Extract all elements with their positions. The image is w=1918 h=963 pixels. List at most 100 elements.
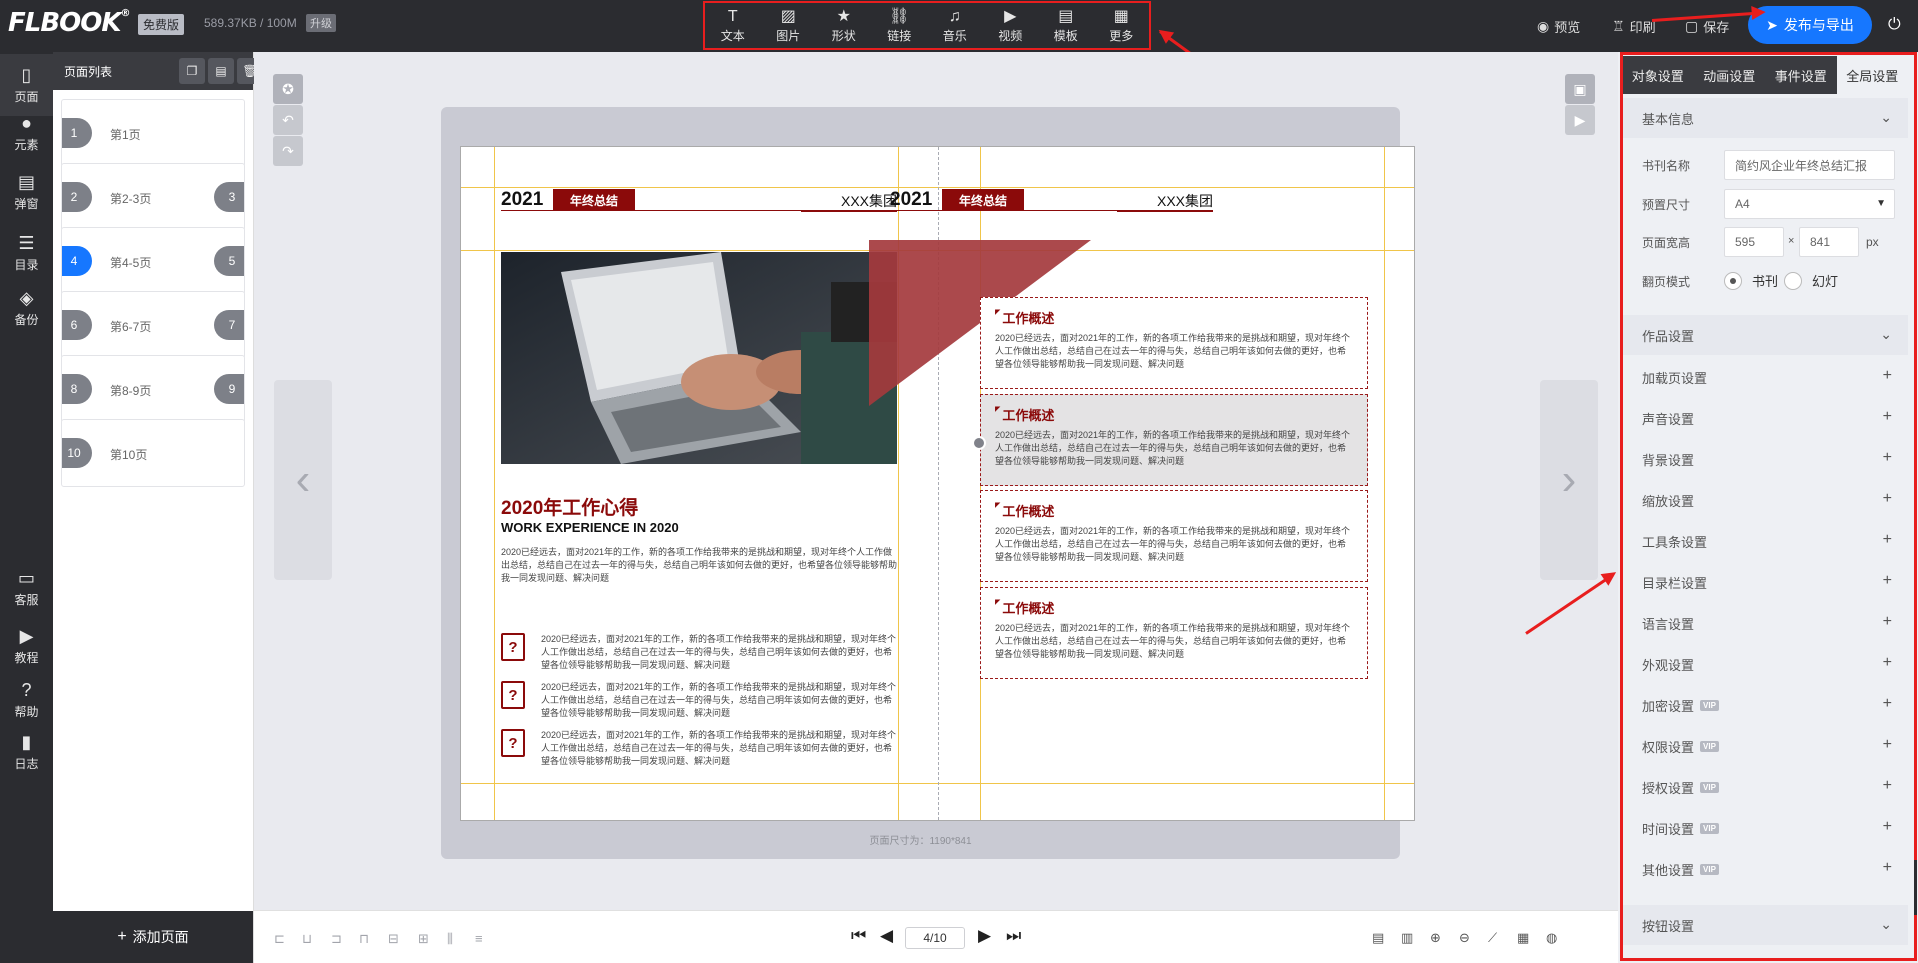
- tab-2[interactable]: 事件设置: [1765, 56, 1837, 94]
- page-thumbnail[interactable]: 1 第1页: [61, 99, 245, 167]
- zoom-in-icon[interactable]: ⊕: [1430, 930, 1441, 946]
- basic-info-header[interactable]: 基本信息 ⌄: [1622, 98, 1908, 138]
- distribute-v-icon[interactable]: ≡: [475, 931, 483, 946]
- save-button[interactable]: ▢ 保存: [1685, 0, 1729, 52]
- tab-0[interactable]: 对象设置: [1622, 56, 1694, 94]
- single-page-icon[interactable]: ▤: [1372, 930, 1384, 946]
- right-page-header[interactable]: 2021 年终总结 XXX集团: [890, 189, 1213, 212]
- work-overview-box[interactable]: 工作概述 2020已经远去，面对2021年的工作，新的各项工作给我带来的是挑战和期…: [980, 490, 1368, 582]
- left-page-header[interactable]: 2021 年终总结 XXX集团: [501, 189, 897, 212]
- align-bottom-icon[interactable]: ⊞: [418, 931, 429, 947]
- align-top-icon[interactable]: ⊓: [359, 931, 369, 947]
- nav-toc[interactable]: ☰ 目录: [0, 222, 53, 284]
- settings-row[interactable]: 时间设置 VIP +: [1622, 808, 1908, 849]
- play-preview-icon[interactable]: ▶: [1565, 105, 1595, 135]
- tool-link[interactable]: ⛓ 链接: [872, 3, 928, 48]
- left-intro-paragraph[interactable]: 2020已经远去，面对2021年的工作，新的各项工作给我带来的是挑战和期望，现对…: [501, 546, 897, 585]
- page-height-input[interactable]: 841: [1799, 227, 1859, 257]
- align-center-icon[interactable]: ⊔: [302, 931, 312, 947]
- settings-row[interactable]: 授权设置 VIP +: [1622, 767, 1908, 808]
- laptop-photo[interactable]: [501, 252, 897, 464]
- flip-mode-book-radio[interactable]: 书刊: [1724, 271, 1778, 290]
- settings-row[interactable]: 背景设置 +: [1622, 439, 1908, 480]
- question-item[interactable]: ? 2020已经远去，面对2021年的工作，新的各项工作给我带来的是挑战和期望，现…: [501, 681, 897, 729]
- ai-assist-icon[interactable]: ✪: [273, 74, 303, 104]
- settings-row[interactable]: 声音设置 +: [1622, 398, 1908, 439]
- next-page-icon[interactable]: ▶: [978, 926, 991, 946]
- distribute-h-icon[interactable]: ⫼: [447, 931, 453, 947]
- copy-page-icon[interactable]: ❐: [179, 58, 205, 84]
- nav-log[interactable]: ▮ 日志: [0, 721, 53, 783]
- settings-row[interactable]: 缩放设置 +: [1622, 480, 1908, 521]
- rotate-handle[interactable]: [972, 436, 986, 450]
- tool-more-grid[interactable]: ▦ 更多: [1094, 3, 1150, 48]
- page-thumbnail[interactable]: 6 7 第6-7页: [61, 291, 245, 359]
- settings-row[interactable]: 外观设置 +: [1622, 644, 1908, 685]
- page-indicator-input[interactable]: 4/10: [905, 927, 965, 949]
- duplicate-page-icon[interactable]: ▤: [208, 58, 234, 84]
- double-page-icon[interactable]: ▥: [1401, 930, 1413, 946]
- nav-tutorial[interactable]: ▶ 教程: [0, 615, 53, 677]
- page-thumbnail[interactable]: 2 3 第2-3页: [61, 163, 245, 231]
- settings-row[interactable]: 其他设置 VIP +: [1622, 849, 1908, 890]
- preset-size-select[interactable]: A4 ▼: [1724, 189, 1895, 219]
- page-name: 第4-5页: [110, 256, 152, 270]
- nav-chat[interactable]: ▭ 客服: [0, 557, 53, 619]
- question-item[interactable]: ? 2020已经远去，面对2021年的工作，新的各项工作给我带来的是挑战和期望，现…: [501, 729, 897, 777]
- settings-row[interactable]: 加载页设置 +: [1622, 357, 1908, 398]
- align-right-icon[interactable]: ⊐: [331, 931, 342, 947]
- page-thumbnail-icon[interactable]: ▣: [1565, 74, 1595, 104]
- tool-image[interactable]: ▨ 图片: [761, 3, 817, 48]
- power-icon[interactable]: ⏻: [1888, 16, 1901, 34]
- work-overview-box[interactable]: 工作概述 2020已经远去，面对2021年的工作，新的各项工作给我带来的是挑战和期…: [980, 394, 1368, 486]
- panel-scrollbar[interactable]: [1914, 860, 1917, 915]
- tool-star[interactable]: ★ 形状: [816, 3, 872, 48]
- last-page-icon[interactable]: ⏭: [1006, 926, 1021, 946]
- book-name-input[interactable]: 简约风企业年终总结汇报: [1724, 150, 1895, 180]
- button-settings-header[interactable]: 按钮设置 ⌄: [1622, 905, 1908, 945]
- settings-row[interactable]: 语言设置 +: [1622, 603, 1908, 644]
- page-width-input[interactable]: 595: [1724, 227, 1784, 257]
- left-title-cn[interactable]: 2020年工作心得: [501, 493, 638, 520]
- nav-backup[interactable]: ◈ 备份: [0, 277, 53, 339]
- tool-play-circle[interactable]: ▶ 视频: [983, 3, 1039, 48]
- next-page-arrow[interactable]: ›: [1540, 380, 1598, 580]
- preview-button[interactable]: ◉ 预览: [1537, 0, 1580, 52]
- page-spread[interactable]: 2021 年终总结 XXX集团 2020年工作心得 WORK EXPERIENC…: [460, 146, 1415, 821]
- first-page-icon[interactable]: ⏮: [851, 926, 866, 946]
- work-overview-box[interactable]: 工作概述 2020已经远去，面对2021年的工作，新的各项工作给我带来的是挑战和期…: [980, 297, 1368, 389]
- tool-music[interactable]: ♫ 音乐: [927, 3, 983, 48]
- nav-elements[interactable]: ● 元素: [0, 102, 53, 164]
- upgrade-button[interactable]: 升级: [306, 14, 336, 32]
- left-title-en[interactable]: WORK EXPERIENCE IN 2020: [501, 520, 679, 535]
- page-thumbnail[interactable]: 4 5 第4-5页: [61, 227, 245, 295]
- print-button[interactable]: ♖ 印刷: [1612, 0, 1656, 52]
- work-overview-box[interactable]: 工作概述 2020已经远去，面对2021年的工作，新的各项工作给我带来的是挑战和期…: [980, 587, 1368, 679]
- settings-row[interactable]: 工具条设置 +: [1622, 521, 1908, 562]
- ruler-guide-icon[interactable]: ⟋: [1488, 930, 1497, 946]
- tab-1[interactable]: 动画设置: [1694, 56, 1766, 94]
- align-middle-icon[interactable]: ⊟: [388, 931, 399, 947]
- flip-mode-slide-radio[interactable]: 幻灯: [1784, 271, 1838, 290]
- publish-export-button[interactable]: ➤ 发布与导出: [1748, 6, 1872, 44]
- prev-page-icon[interactable]: ◀: [880, 926, 893, 946]
- nav-popup[interactable]: ▤ 弹窗: [0, 161, 53, 223]
- work-settings-header[interactable]: 作品设置 ⌄: [1622, 315, 1908, 355]
- prev-page-arrow[interactable]: ‹: [274, 380, 332, 580]
- undo-icon[interactable]: ↶: [273, 105, 303, 135]
- zoom-out-icon[interactable]: ⊖: [1459, 930, 1470, 946]
- tool-text[interactable]: T 文本: [705, 3, 761, 48]
- settings-row[interactable]: 权限设置 VIP +: [1622, 726, 1908, 767]
- settings-dial-icon[interactable]: ◍: [1546, 930, 1557, 946]
- redo-icon[interactable]: ↷: [273, 136, 303, 166]
- align-left-icon[interactable]: ⊏: [274, 931, 285, 947]
- tool-template[interactable]: ▤ 模板: [1038, 3, 1094, 48]
- page-thumbnail[interactable]: 8 9 第8-9页: [61, 355, 245, 423]
- page-thumbnail[interactable]: 10 第10页: [61, 419, 245, 487]
- settings-row[interactable]: 加密设置 VIP +: [1622, 685, 1908, 726]
- tab-3[interactable]: 全局设置: [1836, 56, 1908, 94]
- question-item[interactable]: ? 2020已经远去，面对2021年的工作，新的各项工作给我带来的是挑战和期望，现…: [501, 633, 897, 681]
- add-page-button[interactable]: + 添加页面: [53, 911, 253, 963]
- settings-row[interactable]: 目录栏设置 +: [1622, 562, 1908, 603]
- grid-icon[interactable]: ▦: [1517, 930, 1529, 946]
